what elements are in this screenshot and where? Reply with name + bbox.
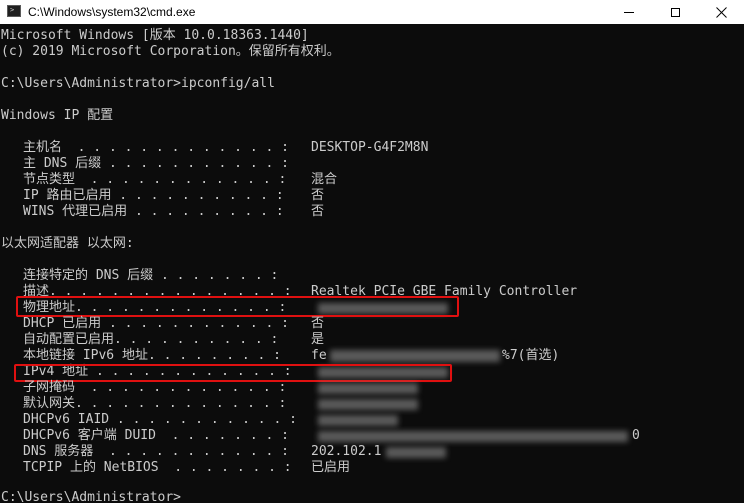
- hostname-value: DESKTOP-G4F2M8N: [311, 140, 429, 155]
- physical-address-highlight: [16, 296, 459, 317]
- autoconfig-enabled-value: 是: [311, 332, 325, 347]
- node-type-label: 节点类型 . . . . . . . . . . . . :: [23, 172, 287, 187]
- ip-routing-label: IP 路由已启用 . . . . . . . . . . :: [23, 188, 284, 203]
- ip-config-heading: Windows IP 配置: [1, 108, 114, 123]
- copyright-line: (c) 2019 Microsoft Corporation。保留所有权利。: [1, 44, 340, 59]
- cmd-window: > C:\Windows\system32\cmd.exe Microsoft …: [0, 0, 744, 503]
- maximize-button[interactable]: [652, 0, 698, 24]
- cmd-icon-glyph: >: [10, 6, 15, 14]
- console-output[interactable]: Microsoft Windows [版本 10.0.18363.1440] (…: [0, 24, 744, 503]
- dns-servers-value: 202.102.1: [311, 444, 382, 459]
- ip-routing-value: 否: [311, 188, 325, 203]
- link-local-ipv6-redaction: [330, 350, 500, 362]
- cmd-icon: >: [7, 5, 21, 17]
- dhcpv6-iaid-redaction: [318, 415, 398, 426]
- primary-dns-suffix-label: 主 DNS 后缀 . . . . . . . . . . . :: [23, 156, 289, 171]
- dhcpv6-duid-suffix: 0: [632, 428, 640, 443]
- dns-servers-label: DNS 服务器 . . . . . . . . . . . :: [23, 444, 289, 459]
- adapter-heading: 以太网适配器 以太网:: [1, 236, 134, 251]
- minimize-icon: [624, 11, 634, 13]
- close-button[interactable]: [698, 0, 744, 24]
- subnet-mask-redaction: [318, 383, 418, 394]
- netbios-value: 已启用: [311, 460, 351, 475]
- maximize-icon: [670, 7, 680, 17]
- link-local-ipv6-value: fe: [311, 348, 327, 363]
- wins-proxy-value: 否: [311, 204, 325, 219]
- default-gateway-redaction: [318, 399, 418, 410]
- title-bar[interactable]: > C:\Windows\system32\cmd.exe: [0, 0, 744, 24]
- connection-dns-suffix-label: 连接特定的 DNS 后缀 . . . . . . . :: [23, 268, 279, 283]
- netbios-label: TCPIP 上的 NetBIOS . . . . . . . :: [23, 460, 292, 475]
- hostname-label: 主机名 . . . . . . . . . . . . . :: [23, 140, 289, 155]
- version-line: Microsoft Windows [版本 10.0.18363.1440]: [1, 28, 309, 43]
- dhcp-enabled-value: 否: [311, 316, 325, 331]
- dhcpv6-iaid-label: DHCPv6 IAID . . . . . . . . . . . :: [23, 412, 297, 427]
- node-type-value: 混合: [311, 172, 338, 187]
- wins-proxy-label: WINS 代理已启用 . . . . . . . . . :: [23, 204, 284, 219]
- subnet-mask-label: 子网掩码 . . . . . . . . . . . . :: [23, 380, 287, 395]
- link-local-ipv6-suffix: %7(首选): [502, 348, 560, 363]
- default-gateway-label: 默认网关. . . . . . . . . . . . . :: [23, 396, 287, 411]
- autoconfig-enabled-label: 自动配置已启用. . . . . . . . . . :: [23, 332, 279, 347]
- final-prompt[interactable]: C:\Users\Administrator>: [1, 490, 181, 503]
- dns-servers-redaction: [386, 447, 446, 458]
- minimize-button[interactable]: [606, 0, 652, 24]
- link-local-ipv6-label: 本地链接 IPv6 地址. . . . . . . . :: [23, 348, 282, 363]
- command-line: C:\Users\Administrator>ipconfig/all: [1, 76, 275, 91]
- window-title: C:\Windows\system32\cmd.exe: [28, 5, 196, 19]
- dhcp-enabled-label: DHCP 已启用 . . . . . . . . . . . :: [23, 316, 289, 331]
- dhcpv6-duid-label: DHCPv6 客户端 DUID . . . . . . . :: [23, 428, 289, 443]
- close-icon: [715, 6, 727, 18]
- dhcpv6-duid-redaction: [318, 431, 628, 442]
